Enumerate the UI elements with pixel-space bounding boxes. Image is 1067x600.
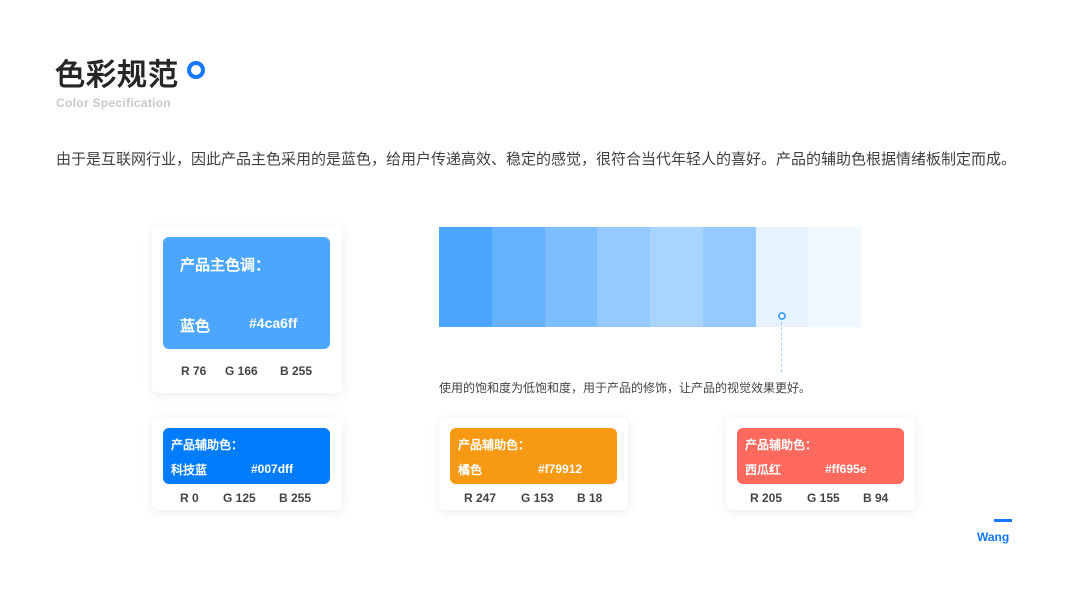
- shade-8: [808, 227, 861, 327]
- palette-note: 使用的饱和度为低饱和度，用于产品的修饰，让产品的视觉效果更好。: [439, 381, 812, 395]
- aux-color-b: B 18: [577, 491, 603, 505]
- palette-marker-icon: [778, 312, 786, 320]
- aux-color-swatch: 产品辅助色： 橘色 #f79912: [450, 428, 617, 484]
- aux-color-swatch: 产品辅助色： 西瓜红 #ff695e: [737, 428, 904, 484]
- aux-color-b: B 255: [279, 491, 312, 505]
- main-color-card: 产品主色调： 蓝色 #4ca6ff R 76 G 166 B 255: [152, 227, 342, 393]
- shade-1: [439, 227, 492, 327]
- aux-color-r: R 0: [180, 491, 199, 505]
- brand-accent-bar: [994, 519, 1012, 522]
- main-color-b: B 255: [280, 364, 313, 378]
- brand-name: Wang: [977, 530, 1010, 544]
- title-ring-icon: [187, 61, 205, 79]
- aux-color-swatch: 产品辅助色： 科技蓝 #007dff: [163, 428, 330, 484]
- palette-marker-line: [781, 322, 782, 372]
- intro-paragraph: 由于是互联网行业，因此产品主色采用的是蓝色，给用户传递高效、稳定的感觉，很符合当…: [56, 150, 1017, 168]
- main-color-hex: #4ca6ff: [249, 315, 298, 331]
- aux-color-b: B 94: [863, 491, 889, 505]
- aux-color-r: R 247: [464, 491, 497, 505]
- main-color-swatch: 产品主色调： 蓝色 #4ca6ff: [163, 237, 330, 349]
- main-color-g: G 166: [225, 364, 258, 378]
- shade-5: [650, 227, 703, 327]
- aux-color-label: 产品辅助色：: [745, 438, 818, 452]
- aux-color-r: R 205: [750, 491, 783, 505]
- shade-3: [544, 227, 598, 327]
- aux-color-card: 产品辅助色： 科技蓝 #007dff R 0 G 125 B 255: [152, 418, 342, 510]
- aux-color-label: 产品辅助色：: [171, 438, 244, 452]
- blue-shade-palette: [439, 227, 861, 327]
- aux-color-g: G 125: [223, 491, 256, 505]
- aux-color-g: G 153: [521, 491, 554, 505]
- aux-color-hex: #f79912: [538, 462, 583, 476]
- shade-6: [702, 227, 756, 327]
- main-color-label: 产品主色调：: [180, 256, 271, 274]
- main-color-name: 蓝色: [180, 317, 211, 335]
- aux-color-card: 产品辅助色： 西瓜红 #ff695e R 205 G 155 B 94: [726, 418, 915, 510]
- main-color-r: R 76: [181, 364, 207, 378]
- aux-color-name: 科技蓝: [171, 463, 208, 477]
- shade-2: [491, 227, 545, 327]
- page-subtitle: Color Specification: [56, 96, 172, 110]
- aux-color-g: G 155: [807, 491, 840, 505]
- aux-color-label: 产品辅助色：: [458, 438, 531, 452]
- aux-color-name: 橘色: [458, 463, 483, 477]
- aux-color-card: 产品辅助色： 橘色 #f79912 R 247 G 153 B 18: [439, 418, 628, 510]
- aux-color-name: 西瓜红: [745, 463, 782, 477]
- page-title: 色彩规范: [55, 58, 179, 93]
- aux-color-hex: #007dff: [251, 462, 294, 476]
- shade-4: [597, 227, 650, 327]
- aux-color-hex: #ff695e: [825, 462, 867, 476]
